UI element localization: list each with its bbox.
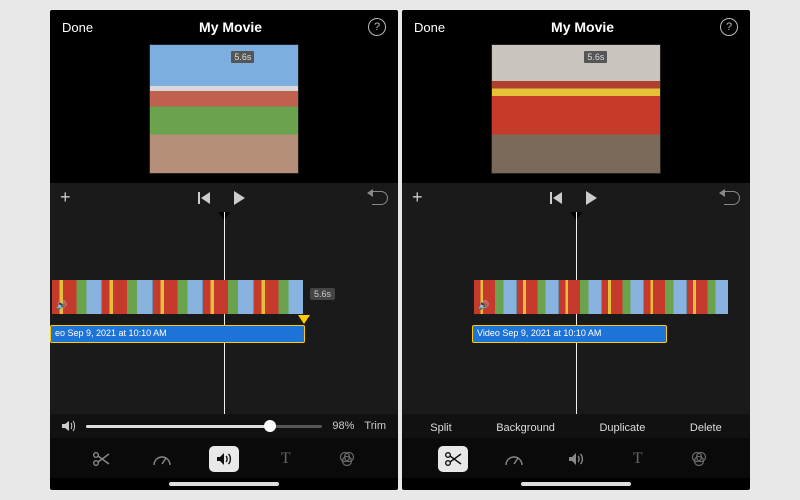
undo-button[interactable] <box>724 191 740 205</box>
volume-row: 98% Trim <box>50 414 398 438</box>
delete-button[interactable]: Delete <box>690 422 722 434</box>
audio-clip[interactable]: Video Sep 9, 2021 at 10:10 AM <box>472 325 667 343</box>
home-indicator[interactable] <box>521 482 631 486</box>
preview-thumbnail[interactable]: 5.6s <box>491 44 661 174</box>
tool-dock: T <box>50 438 398 478</box>
done-button[interactable]: Done <box>414 20 445 35</box>
duplicate-button[interactable]: Duplicate <box>599 422 645 434</box>
slider-knob[interactable] <box>264 420 276 432</box>
skip-to-start-button[interactable] <box>198 192 210 204</box>
skip-to-start-button[interactable] <box>550 192 562 204</box>
duration-badge: 5.6s <box>584 51 607 63</box>
clip-duration-badge: 5.6s <box>310 288 335 300</box>
project-title: My Movie <box>551 19 614 35</box>
help-button[interactable]: ? <box>720 18 738 36</box>
speed-tool[interactable] <box>499 446 529 472</box>
audio-tool[interactable] <box>209 446 239 472</box>
clip-actions: Split Background Duplicate Delete <box>402 414 750 438</box>
add-media-button[interactable]: + <box>60 187 71 208</box>
volume-slider[interactable] <box>86 425 322 428</box>
play-button[interactable] <box>234 191 245 205</box>
add-media-button[interactable]: + <box>412 187 423 208</box>
duration-badge: 5.6s <box>231 51 254 63</box>
text-tool[interactable]: T <box>271 446 301 472</box>
help-button[interactable]: ? <box>368 18 386 36</box>
transport-bar: + <box>50 182 398 212</box>
transport-bar: + <box>402 182 750 212</box>
scissors-tool[interactable] <box>438 446 468 472</box>
header: Done My Movie ? <box>402 10 750 40</box>
timeline[interactable]: 🔊 5.6s eo Sep 9, 2021 at 10:10 AM <box>50 212 398 414</box>
clip-audio-icon: 🔊 <box>478 300 489 311</box>
text-tool[interactable]: T <box>623 446 653 472</box>
split-button[interactable]: Split <box>430 422 451 434</box>
tool-dock: T <box>402 438 750 478</box>
editor-screen-audio: Done My Movie ? 5.6s + 🔊 5.6s <box>50 10 398 490</box>
trim-handle-icon[interactable] <box>298 315 310 324</box>
preview-area: 5.6s <box>50 40 398 182</box>
audio-clip[interactable]: eo Sep 9, 2021 at 10:10 AM <box>50 325 305 343</box>
header: Done My Movie ? <box>50 10 398 40</box>
background-button[interactable]: Background <box>496 422 555 434</box>
filters-tool[interactable] <box>332 446 362 472</box>
editor-screen-actions: Done My Movie ? 5.6s + 🔊 Video Sep 9, 2 <box>402 10 750 490</box>
video-clip[interactable]: 🔊 <box>472 278 730 316</box>
volume-percent: 98% <box>332 420 354 432</box>
volume-icon <box>62 420 76 432</box>
clip-audio-icon: 🔊 <box>56 300 67 311</box>
speed-tool[interactable] <box>147 446 177 472</box>
scissors-tool[interactable] <box>86 446 116 472</box>
timeline[interactable]: 🔊 Video Sep 9, 2021 at 10:10 AM <box>402 212 750 414</box>
done-button[interactable]: Done <box>62 20 93 35</box>
preview-area: 5.6s <box>402 40 750 182</box>
video-clip[interactable]: 🔊 <box>50 278 305 316</box>
undo-button[interactable] <box>372 191 388 205</box>
audio-tool[interactable] <box>561 446 591 472</box>
filters-tool[interactable] <box>684 446 714 472</box>
play-button[interactable] <box>586 191 597 205</box>
home-indicator[interactable] <box>169 482 279 486</box>
project-title: My Movie <box>199 19 262 35</box>
trim-label[interactable]: Trim <box>364 420 386 432</box>
preview-thumbnail[interactable]: 5.6s <box>149 44 299 174</box>
